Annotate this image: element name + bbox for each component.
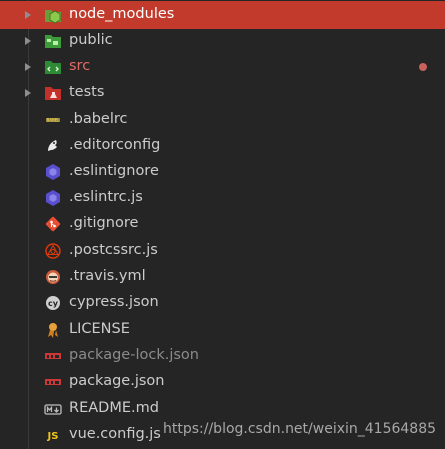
- tree-item-cypress[interactable]: cy cypress.json: [0, 290, 445, 316]
- tree-item-src[interactable]: src: [0, 54, 445, 80]
- tree-item-label: .editorconfig: [69, 137, 161, 153]
- folder-node-icon: [44, 6, 62, 24]
- eslint-icon: [44, 189, 62, 207]
- svg-text:JS: JS: [47, 431, 59, 442]
- tree-item-license[interactable]: LICENSE: [0, 317, 445, 343]
- chevron-right-icon[interactable]: [25, 89, 31, 97]
- tree-item-label: .babelrc: [69, 111, 128, 127]
- svg-text:cy: cy: [48, 299, 59, 308]
- modified-indicator: [419, 63, 427, 71]
- license-icon: [44, 321, 62, 339]
- tree-item-eslintignore[interactable]: .eslintignore: [0, 159, 445, 185]
- tree-item-public[interactable]: public: [0, 28, 445, 54]
- tree-item-travis[interactable]: .travis.yml: [0, 264, 445, 290]
- tree-item-label: LICENSE: [69, 321, 130, 337]
- tree-item-gitignore[interactable]: .gitignore: [0, 211, 445, 237]
- tree-item-label: .postcssrc.js: [69, 242, 158, 258]
- tree-item-readme[interactable]: README.md: [0, 396, 445, 422]
- tree-item-label: .gitignore: [69, 215, 139, 231]
- markdown-icon: [44, 400, 62, 418]
- watermark-text: https://blog.csdn.net/weixin_41564885: [163, 421, 437, 437]
- folder-public-icon: [44, 32, 62, 50]
- tree-item-package[interactable]: package.json: [0, 369, 445, 395]
- tree-item-label: cypress.json: [69, 294, 159, 310]
- babel-icon: BABEL: [44, 111, 62, 129]
- eslint-icon: [44, 163, 62, 181]
- tree-item-label: node_modules: [69, 6, 175, 22]
- tree-item-tests[interactable]: tests: [0, 80, 445, 106]
- tree-item-package-lock[interactable]: package-lock.json: [0, 343, 445, 369]
- tree-item-label: .eslintrc.js: [69, 189, 143, 205]
- cypress-icon: cy: [44, 294, 62, 312]
- tree-item-eslintrc[interactable]: .eslintrc.js: [0, 185, 445, 211]
- folder-tests-icon: [44, 84, 62, 102]
- tree-item-babelrc[interactable]: BABEL .babelrc: [0, 107, 445, 133]
- tree-item-label: package.json: [69, 373, 165, 389]
- git-icon: [44, 215, 62, 233]
- npm-icon: [44, 373, 62, 391]
- chevron-right-icon[interactable]: [25, 37, 31, 45]
- tree-item-label: package-lock.json: [69, 347, 199, 363]
- tree-item-label: .eslintignore: [69, 163, 159, 179]
- tree-item-label: src: [69, 58, 91, 74]
- editorconfig-icon: [44, 137, 62, 155]
- chevron-right-icon[interactable]: [25, 63, 31, 71]
- tree-item-label: vue.config.js: [69, 426, 161, 442]
- tree-item-label: public: [69, 32, 113, 48]
- tree-item-label: README.md: [69, 400, 159, 416]
- npm-icon: [44, 347, 62, 365]
- js-icon: JS: [44, 426, 62, 444]
- file-explorer: node_modules public src tests BABEL .bab…: [0, 0, 445, 449]
- folder-src-icon: [44, 58, 62, 76]
- chevron-right-icon[interactable]: [25, 11, 31, 19]
- tree-item-editorconfig[interactable]: .editorconfig: [0, 133, 445, 159]
- postcss-icon: [44, 242, 62, 260]
- tree-item-label: .travis.yml: [69, 268, 146, 284]
- tree-item-label: tests: [69, 84, 105, 100]
- tree-item-node-modules[interactable]: node_modules: [0, 1, 445, 29]
- travis-icon: [44, 268, 62, 286]
- tree-item-postcssrc[interactable]: .postcssrc.js: [0, 238, 445, 264]
- svg-text:BABEL: BABEL: [47, 118, 61, 123]
